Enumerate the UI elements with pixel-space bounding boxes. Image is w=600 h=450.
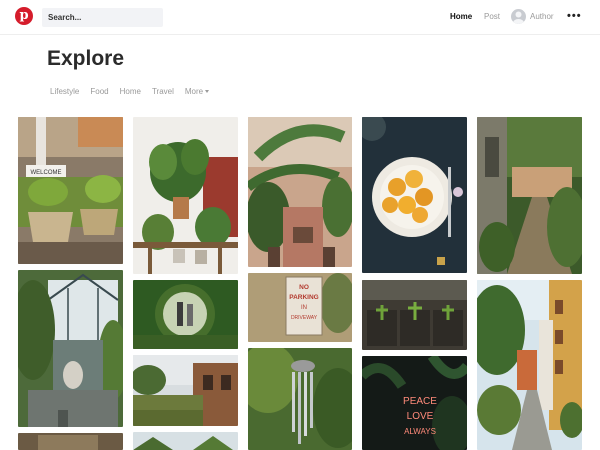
- neon-text-love: LOVE: [407, 411, 434, 422]
- neon-text-peace: PEACE: [403, 396, 437, 407]
- pin-image-patio-palms[interactable]: [248, 117, 352, 267]
- pin-image-no-parking-sign[interactable]: NO PARKING IN DRIVEWAY: [248, 273, 352, 342]
- neon-text-always: ALWAYS: [404, 427, 436, 436]
- nav-link-author[interactable]: Author: [530, 12, 554, 21]
- pin-image-circle-arch[interactable]: [133, 280, 238, 349]
- category-more-dropdown[interactable]: More: [184, 87, 210, 96]
- page-title: Explore: [47, 47, 125, 70]
- pin-image-greenhouse[interactable]: [18, 270, 123, 427]
- pin-image-garden-house[interactable]: [133, 355, 238, 426]
- category-tab-lifestyle[interactable]: Lifestyle: [50, 87, 79, 96]
- nav-link-post[interactable]: Post: [484, 12, 500, 21]
- pin-image-potted-plants[interactable]: [133, 117, 238, 274]
- user-avatar-icon[interactable]: [511, 9, 526, 24]
- more-options-icon[interactable]: •••: [567, 11, 582, 22]
- pin-image-food-plate[interactable]: [362, 117, 467, 273]
- more-label: More: [184, 87, 204, 96]
- pin-image-wind-chime[interactable]: [248, 348, 352, 450]
- sign-text-no: NO: [299, 284, 309, 291]
- pin-image-street-houses[interactable]: [477, 280, 582, 450]
- logo-letter: p: [19, 8, 29, 23]
- pinterest-logo-icon[interactable]: p: [15, 7, 33, 25]
- category-tab-travel[interactable]: Travel: [152, 87, 174, 96]
- sign-text-in: IN: [301, 305, 307, 311]
- pin-image-partial-1[interactable]: [18, 433, 123, 450]
- search-input[interactable]: [42, 8, 163, 27]
- category-tabs: Lifestyle Food Home Travel More: [50, 87, 220, 96]
- welcome-sign-text: WELCOME: [30, 170, 61, 176]
- pin-image-garden-path[interactable]: [477, 117, 582, 274]
- nav-link-home[interactable]: Home: [450, 12, 472, 21]
- pin-image-neon-sign[interactable]: PEACE LOVE ALWAYS: [362, 356, 467, 450]
- chevron-down-icon: [205, 90, 210, 93]
- category-tab-food[interactable]: Food: [90, 87, 108, 96]
- sign-text-parking: PARKING: [289, 294, 319, 301]
- category-tab-home[interactable]: Home: [120, 87, 141, 96]
- top-nav-bar: p Home Post Author •••: [0, 0, 600, 35]
- pin-image-plant-baskets[interactable]: WELCOME: [18, 117, 123, 264]
- sign-text-driveway: DRIVEWAY: [291, 315, 318, 321]
- pin-image-seedlings[interactable]: [362, 280, 467, 350]
- pin-image-partial-2[interactable]: [133, 432, 238, 450]
